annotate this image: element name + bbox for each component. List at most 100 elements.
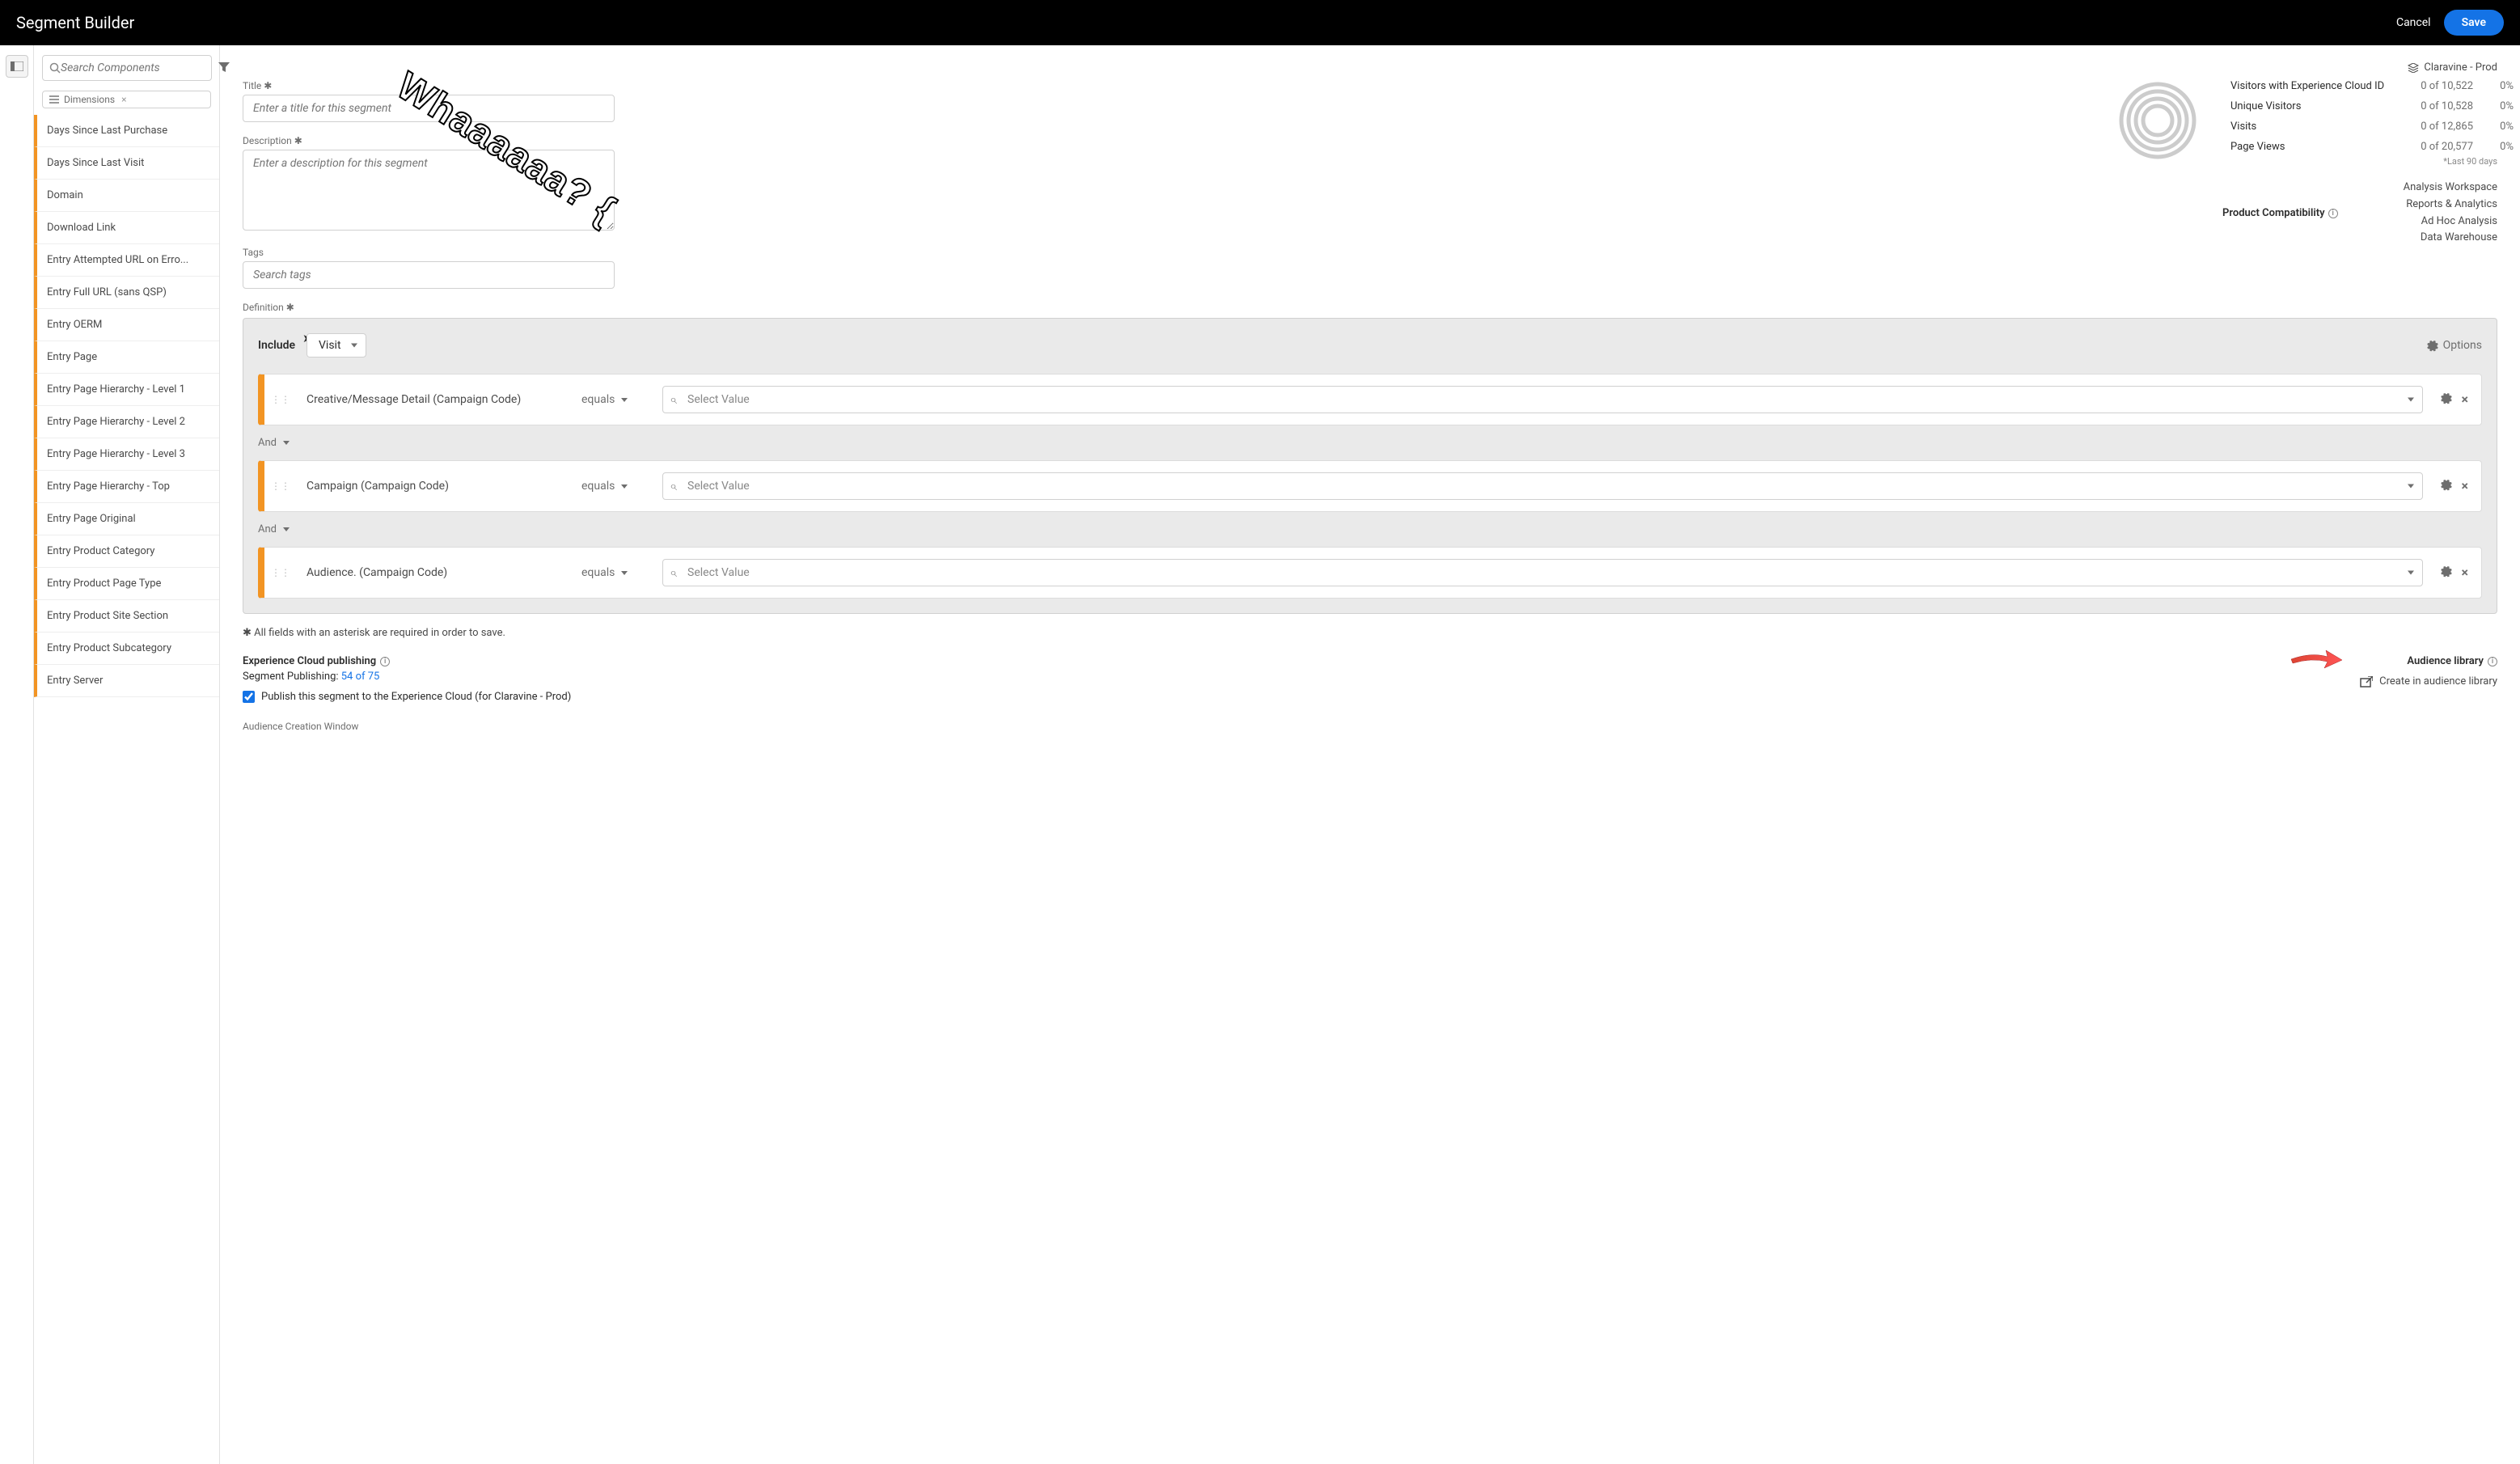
description-input[interactable]	[243, 150, 615, 231]
metric-row: Unique Visitors 0 of 10,528 0%	[2222, 100, 2497, 112]
dimension-item[interactable]: Download Link	[34, 212, 219, 244]
chip-remove-icon[interactable]: ×	[121, 94, 126, 105]
dimension-icon	[49, 95, 59, 104]
dimension-item[interactable]: Entry Page	[34, 341, 219, 374]
audience-library-section: Audience library i Create in audience li…	[2360, 655, 2497, 688]
gear-icon	[2425, 339, 2438, 352]
info-icon[interactable]: i	[2328, 209, 2338, 218]
logic-operator-dropdown[interactable]: And	[258, 425, 2482, 460]
definition-label: Definition ✱	[243, 302, 2497, 313]
dimension-item[interactable]: Entry Server	[34, 665, 219, 697]
dimension-item[interactable]: Days Since Last Purchase	[34, 115, 219, 147]
metric-percent: 0%	[2481, 100, 2514, 112]
metric-label: Visitors with Experience Cloud ID	[2230, 80, 2392, 92]
rule-remove-button[interactable]: ×	[2462, 478, 2469, 494]
rule-value-dropdown[interactable]: Select Value	[662, 386, 2423, 413]
dimension-item[interactable]: Entry Product Page Type	[34, 568, 219, 600]
create-audience-button[interactable]: Create in audience library	[2360, 675, 2497, 688]
dimensions-filter-chip[interactable]: Dimensions ×	[42, 91, 211, 108]
info-icon[interactable]: i	[380, 657, 390, 666]
rule-remove-button[interactable]: ×	[2462, 565, 2469, 581]
dimension-item[interactable]: Domain	[34, 180, 219, 212]
library-icon	[2360, 676, 2373, 688]
dimension-item[interactable]: Entry Product Category	[34, 535, 219, 568]
search-icon	[49, 62, 61, 74]
cancel-button[interactable]: Cancel	[2396, 16, 2431, 29]
description-label: Description ✱	[243, 135, 615, 146]
metric-label: Unique Visitors	[2230, 100, 2392, 112]
rail-toggle-column	[0, 45, 34, 1464]
title-input[interactable]	[243, 95, 615, 122]
options-button[interactable]: Options	[2425, 339, 2482, 352]
tags-input[interactable]	[243, 261, 615, 289]
dimension-item[interactable]: Entry OERM	[34, 309, 219, 341]
top-actions: Cancel Save	[2396, 10, 2504, 36]
rule-settings-button[interactable]	[2439, 565, 2452, 581]
metric-label: Visits	[2230, 121, 2392, 133]
dimension-item[interactable]: Entry Page Hierarchy - Level 2	[34, 406, 219, 438]
drag-handle-icon[interactable]: ⋮⋮	[271, 394, 290, 405]
dimension-list[interactable]: Days Since Last PurchaseDays Since Last …	[34, 115, 219, 1464]
publish-checkbox-row[interactable]: Publish this segment to the Experience C…	[243, 691, 571, 703]
rule-settings-button[interactable]	[2439, 391, 2452, 408]
include-label: Include	[258, 339, 295, 352]
publishing-title: Experience Cloud publishing i	[243, 655, 571, 667]
metric-value: 0 of 12,865	[2400, 121, 2473, 133]
gear-icon	[2439, 478, 2452, 491]
dimension-item[interactable]: Entry Page Original	[34, 503, 219, 535]
rail-toggle-button[interactable]	[6, 55, 28, 78]
metric-percent: 0%	[2481, 80, 2514, 92]
dimension-item[interactable]: Days Since Last Visit	[34, 147, 219, 180]
drag-handle-icon[interactable]: ⋮⋮	[271, 480, 290, 492]
compatibility-label: Product Compatibility i	[2222, 180, 2338, 247]
dimension-item[interactable]: Entry Page Hierarchy - Level 1	[34, 374, 219, 406]
gear-icon	[2439, 391, 2452, 404]
page-title: Segment Builder	[16, 13, 134, 32]
info-icon[interactable]: i	[2488, 657, 2497, 666]
publish-checkbox[interactable]	[243, 691, 255, 703]
rule-remove-button[interactable]: ×	[2462, 391, 2469, 408]
rule-operator-dropdown[interactable]: equals	[581, 393, 646, 406]
compatibility-item: Data Warehouse	[2404, 230, 2497, 247]
search-components[interactable]	[42, 55, 212, 81]
save-button[interactable]: Save	[2444, 10, 2504, 36]
drag-handle-icon[interactable]: ⋮⋮	[271, 567, 290, 578]
dimension-item[interactable]: Entry Product Site Section	[34, 600, 219, 633]
audience-window-label: Audience Creation Window	[243, 721, 571, 732]
rule-value-dropdown[interactable]: Select Value	[662, 559, 2423, 586]
compatibility-list: Analysis WorkspaceReports & AnalyticsAd …	[2404, 180, 2497, 247]
metrics-date-note: *Last 90 days	[2222, 156, 2497, 167]
rule-row[interactable]: ⋮⋮ Creative/Message Detail (Campaign Cod…	[258, 374, 2482, 425]
rule-operator-dropdown[interactable]: equals	[581, 566, 646, 579]
dimension-item[interactable]: Entry Attempted URL on Erro...	[34, 244, 219, 277]
stack-icon	[2408, 63, 2419, 73]
rule-dimension-name: Campaign (Campaign Code)	[307, 480, 565, 493]
dimension-item[interactable]: Entry Product Subcategory	[34, 633, 219, 665]
dimension-item[interactable]: Entry Page Hierarchy - Top	[34, 471, 219, 503]
logic-operator-dropdown[interactable]: And	[258, 512, 2482, 547]
report-suite-selector[interactable]: Claravine - Prod	[243, 61, 2497, 74]
publishing-count: Segment Publishing: 54 of 75	[243, 671, 571, 683]
rule-settings-button[interactable]	[2439, 478, 2452, 494]
tags-label: Tags	[243, 247, 615, 258]
publishing-section: Experience Cloud publishing i Segment Pu…	[243, 655, 571, 732]
audience-library-title: Audience library i	[2360, 655, 2497, 667]
metric-row: Visits 0 of 12,865 0%	[2222, 121, 2497, 133]
preview-metrics: Visitors with Experience Cloud ID 0 of 1…	[2222, 80, 2497, 153]
red-arrow-annotation	[2287, 645, 2344, 670]
metric-percent: 0%	[2481, 141, 2514, 153]
rule-row[interactable]: ⋮⋮ Audience. (Campaign Code) equals Sele…	[258, 547, 2482, 599]
scope-dropdown[interactable]: Visit	[307, 333, 366, 358]
title-label: Title ✱	[243, 80, 615, 91]
gear-icon	[2439, 565, 2452, 578]
rule-row[interactable]: ⋮⋮ Campaign (Campaign Code) equals Selec…	[258, 460, 2482, 512]
required-fields-note: ✱ All fields with an asterisk are requir…	[243, 627, 2497, 639]
rule-value-dropdown[interactable]: Select Value	[662, 472, 2423, 500]
dimension-item[interactable]: Entry Full URL (sans QSP)	[34, 277, 219, 309]
rule-operator-dropdown[interactable]: equals	[581, 480, 646, 493]
dimension-item[interactable]: Entry Page Hierarchy - Level 3	[34, 438, 219, 471]
metric-value: 0 of 10,528	[2400, 100, 2473, 112]
search-input[interactable]	[61, 61, 205, 74]
metric-label: Page Views	[2230, 141, 2392, 153]
compatibility-item: Analysis Workspace	[2404, 180, 2497, 197]
